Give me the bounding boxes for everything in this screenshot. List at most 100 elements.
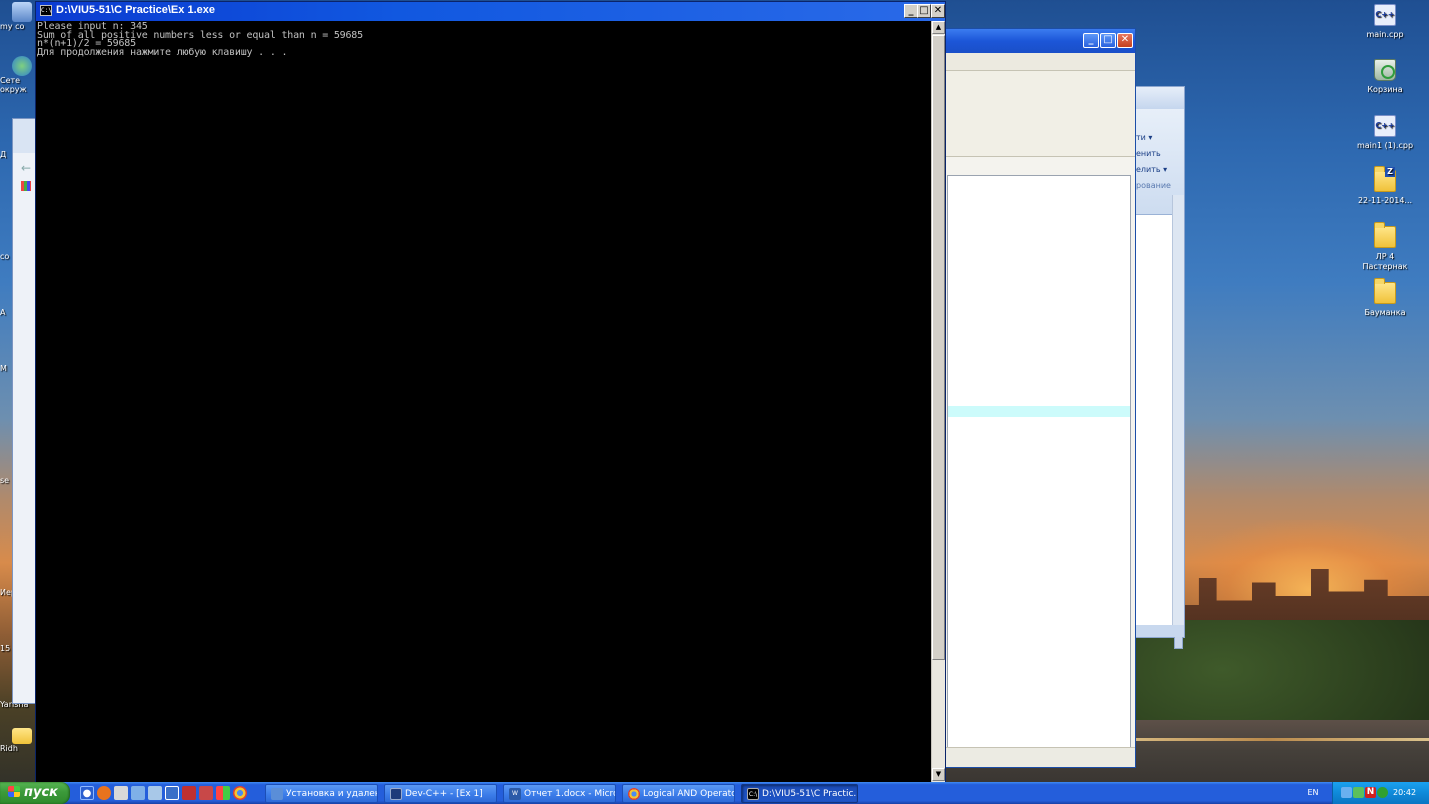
desktop-icon-lr4-folder[interactable]: ЛР 4 Пастернак <box>1350 222 1420 272</box>
recycle-bin-icon <box>1374 59 1396 81</box>
show-desktop-icon[interactable]: ● <box>80 786 94 800</box>
ribbon-item[interactable]: елить ▾ <box>1136 165 1167 174</box>
window-icon[interactable] <box>165 786 179 800</box>
package-icon[interactable] <box>148 786 162 800</box>
taskbar-button-label: Установка и удален... <box>286 789 377 799</box>
scroll-up-button[interactable]: ▲ <box>932 21 945 34</box>
devcpp-icon <box>390 788 402 800</box>
window-title-bar[interactable]: _ □ ✕ <box>941 29 1135 53</box>
console-output[interactable]: Please input n: 345 Sum of all positive … <box>36 21 931 782</box>
cpp-file-icon: C++ <box>1374 115 1396 137</box>
network-tray-icon[interactable] <box>1341 787 1352 798</box>
start-label: пуск <box>24 785 58 800</box>
folder-icon <box>1374 222 1396 248</box>
maximize-button[interactable]: □ <box>917 4 931 18</box>
antivirus-tray-icon[interactable]: N <box>1365 787 1376 798</box>
desktop-icon-label: 22-11-2014... <box>1357 196 1413 205</box>
paint-icon[interactable] <box>131 786 145 800</box>
console-window[interactable]: C:\ D:\VIU5-51\C Practice\Ex 1.exe _ □ ✕… <box>35 1 946 782</box>
taskbar-button-label: Logical AND Operator... <box>643 789 734 799</box>
start-button[interactable]: пуск <box>0 782 70 804</box>
highlighted-line <box>948 406 1130 417</box>
document-area[interactable] <box>1134 215 1172 625</box>
taskbar-button-word[interactable]: W Отчет 1.docx - Micro... <box>503 784 616 803</box>
console-title: D:\VIU5-51\C Practice\Ex 1.exe <box>56 4 215 16</box>
status-bar <box>1134 625 1184 637</box>
folder-icon <box>12 728 32 744</box>
desktop-icon-main1-cpp[interactable]: C++ main1 (1).cpp <box>1350 115 1420 151</box>
desktop-icon-zip-folder[interactable]: 22-11-2014... <box>1350 166 1420 206</box>
scrollbar-thumb[interactable] <box>932 35 945 660</box>
back-arrow-icon[interactable]: ← <box>21 161 31 175</box>
taskbar: пуск ● Установка и удален... Dev-C++ - [… <box>0 782 1429 804</box>
taskbar-button-add-remove[interactable]: Установка и удален... <box>265 784 378 803</box>
desktop-icon-label: my co <box>0 22 25 31</box>
cpp-file-icon: C++ <box>1374 4 1396 26</box>
editor-pane[interactable] <box>947 175 1131 749</box>
vertical-scrollbar[interactable] <box>1172 195 1184 649</box>
system-tray: N 20:42 <box>1332 782 1429 804</box>
taskbar-button-devcpp[interactable]: Dev-C++ - [Ex 1] <box>384 784 497 803</box>
console-icon: C:\ <box>747 788 759 800</box>
desktop-icon-label: Корзина <box>1367 85 1403 94</box>
close-button[interactable]: ✕ <box>931 4 945 18</box>
clock[interactable]: 20:42 <box>1393 782 1416 804</box>
scrollbar-thumb[interactable] <box>1174 635 1183 649</box>
desktop-icon-recycle-bin[interactable]: Корзина <box>1350 59 1420 95</box>
word-icon: W <box>509 788 521 800</box>
taskbar-button-label: Отчет 1.docx - Micro... <box>524 789 615 799</box>
window-title-bar[interactable] <box>1134 87 1184 109</box>
network-icon <box>12 56 32 76</box>
console-vertical-scrollbar[interactable]: ▲ ▼ <box>931 21 945 782</box>
computer-icon <box>12 2 32 22</box>
taskbar-button-console[interactable]: C:\ D:\VIU5-51\C Practic... <box>741 784 858 803</box>
desktop-icon-folder[interactable]: Ridh <box>0 728 36 753</box>
tool-icon[interactable] <box>199 786 213 800</box>
desktop-icon-label: ЛР 4 Пастернак <box>1362 252 1408 271</box>
control-panel-icon <box>271 788 283 800</box>
window-toolbar <box>13 119 37 153</box>
desktop-icon-label: Бауманка <box>1364 308 1406 317</box>
chrome-icon <box>628 788 640 800</box>
scroll-down-button[interactable]: ▼ <box>932 768 945 781</box>
folder-icon <box>1374 278 1396 304</box>
console-title-bar[interactable]: C:\ D:\VIU5-51\C Practice\Ex 1.exe _ □ ✕ <box>36 2 945 21</box>
desktop-icon-my-computer[interactable]: my co <box>0 2 36 31</box>
console-line: Sum of all positive numbers less or equa… <box>37 29 363 41</box>
console-icon[interactable]: C:\ <box>40 5 52 16</box>
close-button[interactable]: ✕ <box>1117 33 1133 48</box>
apps-grid-icon[interactable] <box>21 181 31 191</box>
notepad-icon[interactable] <box>114 786 128 800</box>
app-icon[interactable] <box>182 786 196 800</box>
ribbon-group-label: рование <box>1136 181 1171 190</box>
background-word-window[interactable]: ти ▾ енить елить ▾ рование <box>1133 86 1185 649</box>
taskbar-button-label: D:\VIU5-51\C Practic... <box>762 789 858 799</box>
windows-flag-icon <box>8 786 20 797</box>
console-line: Для продолжения нажмите любую клавишу . … <box>37 46 288 58</box>
status-tray-icon[interactable] <box>1377 787 1388 798</box>
maximize-button[interactable]: □ <box>1100 33 1116 48</box>
desktop-icon-label: main.cpp <box>1366 30 1404 39</box>
firefox-icon[interactable] <box>97 786 111 800</box>
desktop-icon-network[interactable]: Сете окруж <box>0 56 36 94</box>
minimize-button[interactable]: _ <box>904 4 918 18</box>
desktop-icon-label: main1 (1).cpp <box>1356 141 1414 150</box>
desktop-icon-label: Ridh <box>0 744 18 753</box>
taskbar-button-label: Dev-C++ - [Ex 1] <box>405 789 483 799</box>
menu-bar[interactable] <box>941 53 1135 71</box>
ribbon-item[interactable]: енить <box>1136 149 1161 158</box>
desktop-icon-main-cpp[interactable]: C++ main.cpp <box>1350 4 1420 40</box>
desktop-icon-label: Сете <box>0 76 21 85</box>
background-devcpp-window[interactable]: _ □ ✕ <box>940 28 1136 768</box>
zip-folder-icon <box>1374 166 1396 192</box>
desktop-icon-baumanka-folder[interactable]: Бауманка <box>1350 278 1420 318</box>
ribbon-item[interactable]: ти ▾ <box>1136 133 1152 142</box>
chrome-quicklaunch-icon[interactable] <box>233 786 247 800</box>
language-indicator[interactable]: EN <box>1300 782 1326 804</box>
minimize-button[interactable]: _ <box>1083 33 1099 48</box>
toolbar[interactable] <box>941 71 1135 157</box>
taskbar-button-chrome[interactable]: Logical AND Operator... <box>622 784 735 803</box>
update-tray-icon[interactable] <box>1353 787 1364 798</box>
desktop-icon-label: окруж <box>0 85 27 94</box>
windows-update-icon[interactable] <box>216 786 230 800</box>
